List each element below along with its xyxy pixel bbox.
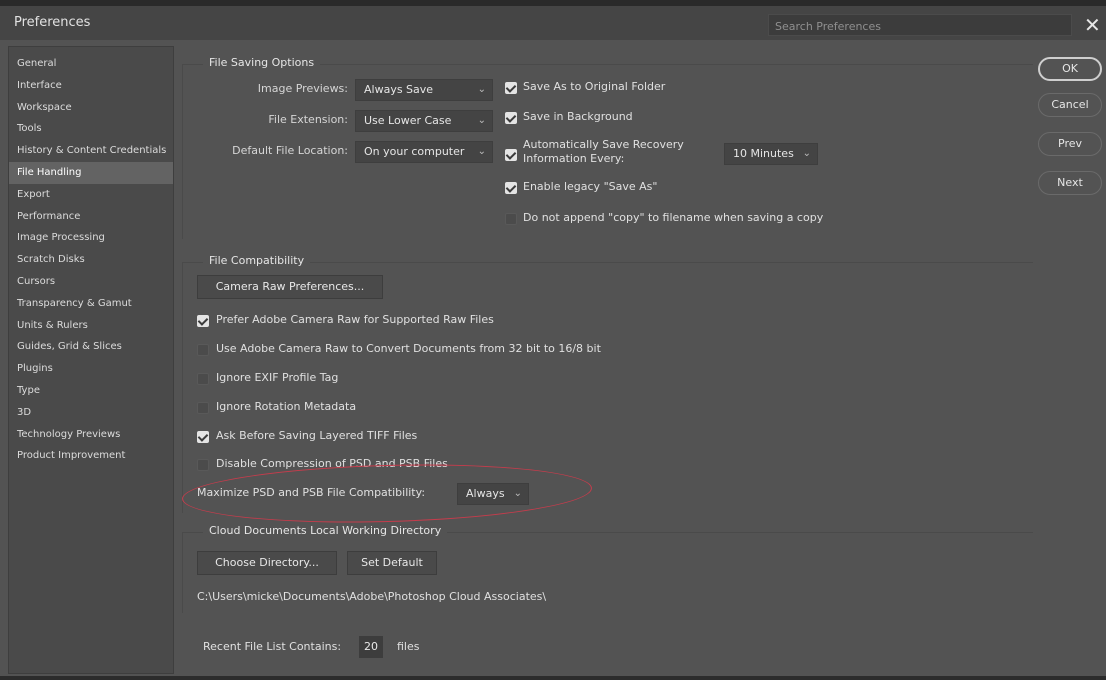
legacy-save-as-label: Enable legacy "Save As": [523, 180, 658, 193]
default-location-value: On your computer: [364, 145, 465, 158]
save-background-checkbox[interactable]: [505, 112, 517, 124]
ok-button[interactable]: OK: [1038, 57, 1102, 81]
file-extension-value: Use Lower Case: [364, 114, 452, 127]
compat-option-checkbox[interactable]: [197, 431, 209, 443]
close-icon[interactable]: ✕: [1084, 12, 1101, 38]
sidebar-item[interactable]: Transparency & Gamut: [9, 293, 173, 315]
sidebar-item[interactable]: Cursors: [9, 271, 173, 293]
compat-option-label: Disable Compression of PSD and PSB Files: [216, 457, 448, 470]
sidebar-item[interactable]: Product Improvement: [9, 445, 173, 467]
sidebar-item[interactable]: Interface: [9, 75, 173, 97]
save-original-folder-label: Save As to Original Folder: [523, 80, 666, 93]
cancel-button[interactable]: Cancel: [1038, 93, 1102, 117]
maximize-compat-value: Always: [466, 487, 505, 500]
sidebar-item[interactable]: Image Processing: [9, 227, 173, 249]
file-saving-title: File Saving Options: [203, 56, 321, 69]
sidebar-item[interactable]: Units & Rulers: [9, 315, 173, 337]
file-compat-title: File Compatibility: [203, 254, 311, 267]
chevron-down-icon: ⌄: [477, 146, 486, 157]
compat-option-label: Use Adobe Camera Raw to Convert Document…: [216, 342, 601, 355]
default-location-select[interactable]: On your computer ⌄: [355, 141, 493, 163]
sidebar-item[interactable]: Type: [9, 380, 173, 402]
image-previews-value: Always Save: [364, 83, 434, 96]
auto-recovery-label-line1: Automatically Save Recovery: [523, 138, 684, 151]
sidebar-item[interactable]: File Handling: [9, 161, 173, 184]
cloud-docs-path: C:\Users\micke\Documents\Adobe\Photoshop…: [197, 590, 547, 603]
search-input[interactable]: [769, 16, 1071, 37]
image-previews-label: Image Previews:: [257, 82, 348, 95]
maximize-compat-label: Maximize PSD and PSB File Compatibility:: [197, 486, 426, 499]
chevron-down-icon: ⌄: [802, 148, 811, 159]
compat-option-checkbox[interactable]: [197, 459, 209, 471]
maximize-compat-select[interactable]: Always ⌄: [457, 483, 529, 505]
file-extension-label: File Extension:: [268, 113, 348, 126]
next-button[interactable]: Next: [1038, 171, 1102, 195]
file-compat-group: File Compatibility: [182, 254, 1033, 513]
prev-button[interactable]: Prev: [1038, 132, 1102, 156]
auto-recovery-label-line2: Information Every:: [523, 152, 625, 165]
no-copy-append-checkbox[interactable]: [505, 213, 517, 225]
image-previews-select[interactable]: Always Save ⌄: [355, 79, 493, 101]
save-background-label: Save in Background: [523, 110, 633, 123]
legacy-save-as-checkbox[interactable]: [505, 182, 517, 194]
compat-option-label: Prefer Adobe Camera Raw for Supported Ra…: [216, 313, 494, 326]
chevron-down-icon: ⌄: [477, 84, 486, 95]
camera-raw-preferences-button[interactable]: Camera Raw Preferences...: [197, 275, 383, 299]
compat-option-checkbox[interactable]: [197, 344, 209, 356]
recent-files-unit: files: [397, 640, 420, 653]
no-copy-append-label: Do not append "copy" to filename when sa…: [523, 211, 824, 224]
recent-files-count-input[interactable]: 20: [359, 636, 383, 658]
compat-option-label: Ignore Rotation Metadata: [216, 400, 357, 413]
auto-recovery-checkbox[interactable]: [505, 149, 517, 161]
sidebar: General Interface Workspace Tools History & …: [8, 46, 174, 674]
sidebar-item[interactable]: General: [9, 53, 173, 75]
window-title: Preferences: [14, 15, 91, 30]
sidebar-item[interactable]: Scratch Disks: [9, 249, 173, 271]
chevron-down-icon: ⌄: [477, 115, 486, 126]
chevron-down-icon: ⌄: [513, 488, 522, 499]
title-bar: Preferences ✕: [0, 0, 1106, 40]
sidebar-item[interactable]: Technology Previews: [9, 424, 173, 446]
sidebar-item[interactable]: Workspace: [9, 97, 173, 119]
default-location-label: Default File Location:: [232, 144, 348, 157]
sidebar-item[interactable]: Plugins: [9, 358, 173, 380]
compat-option-checkbox[interactable]: [197, 373, 209, 385]
choose-directory-button[interactable]: Choose Directory...: [197, 551, 337, 575]
compat-option-checkbox[interactable]: [197, 315, 209, 327]
recovery-interval-select[interactable]: 10 Minutes ⌄: [724, 143, 818, 165]
bottom-border: [0, 676, 1106, 680]
save-original-folder-checkbox[interactable]: [505, 82, 517, 94]
search-box[interactable]: [768, 14, 1072, 37]
file-extension-select[interactable]: Use Lower Case ⌄: [355, 110, 493, 132]
sidebar-item[interactable]: 3D: [9, 402, 173, 424]
sidebar-item[interactable]: Export: [9, 184, 173, 206]
sidebar-list: General Interface Workspace Tools History & …: [9, 47, 173, 467]
recent-files-label: Recent File List Contains:: [203, 640, 342, 653]
set-default-button[interactable]: Set Default: [347, 551, 437, 575]
sidebar-item[interactable]: Guides, Grid & Slices: [9, 336, 173, 358]
cloud-docs-title: Cloud Documents Local Working Directory: [203, 524, 448, 537]
compat-option-checkbox[interactable]: [197, 402, 209, 414]
compat-option-label: Ask Before Saving Layered TIFF Files: [216, 429, 418, 442]
compat-option-label: Ignore EXIF Profile Tag: [216, 371, 339, 384]
sidebar-item[interactable]: Performance: [9, 206, 173, 228]
recovery-interval-value: 10 Minutes: [733, 147, 794, 160]
sidebar-item[interactable]: History & Content Credentials: [9, 140, 173, 162]
sidebar-item[interactable]: Tools: [9, 118, 173, 140]
